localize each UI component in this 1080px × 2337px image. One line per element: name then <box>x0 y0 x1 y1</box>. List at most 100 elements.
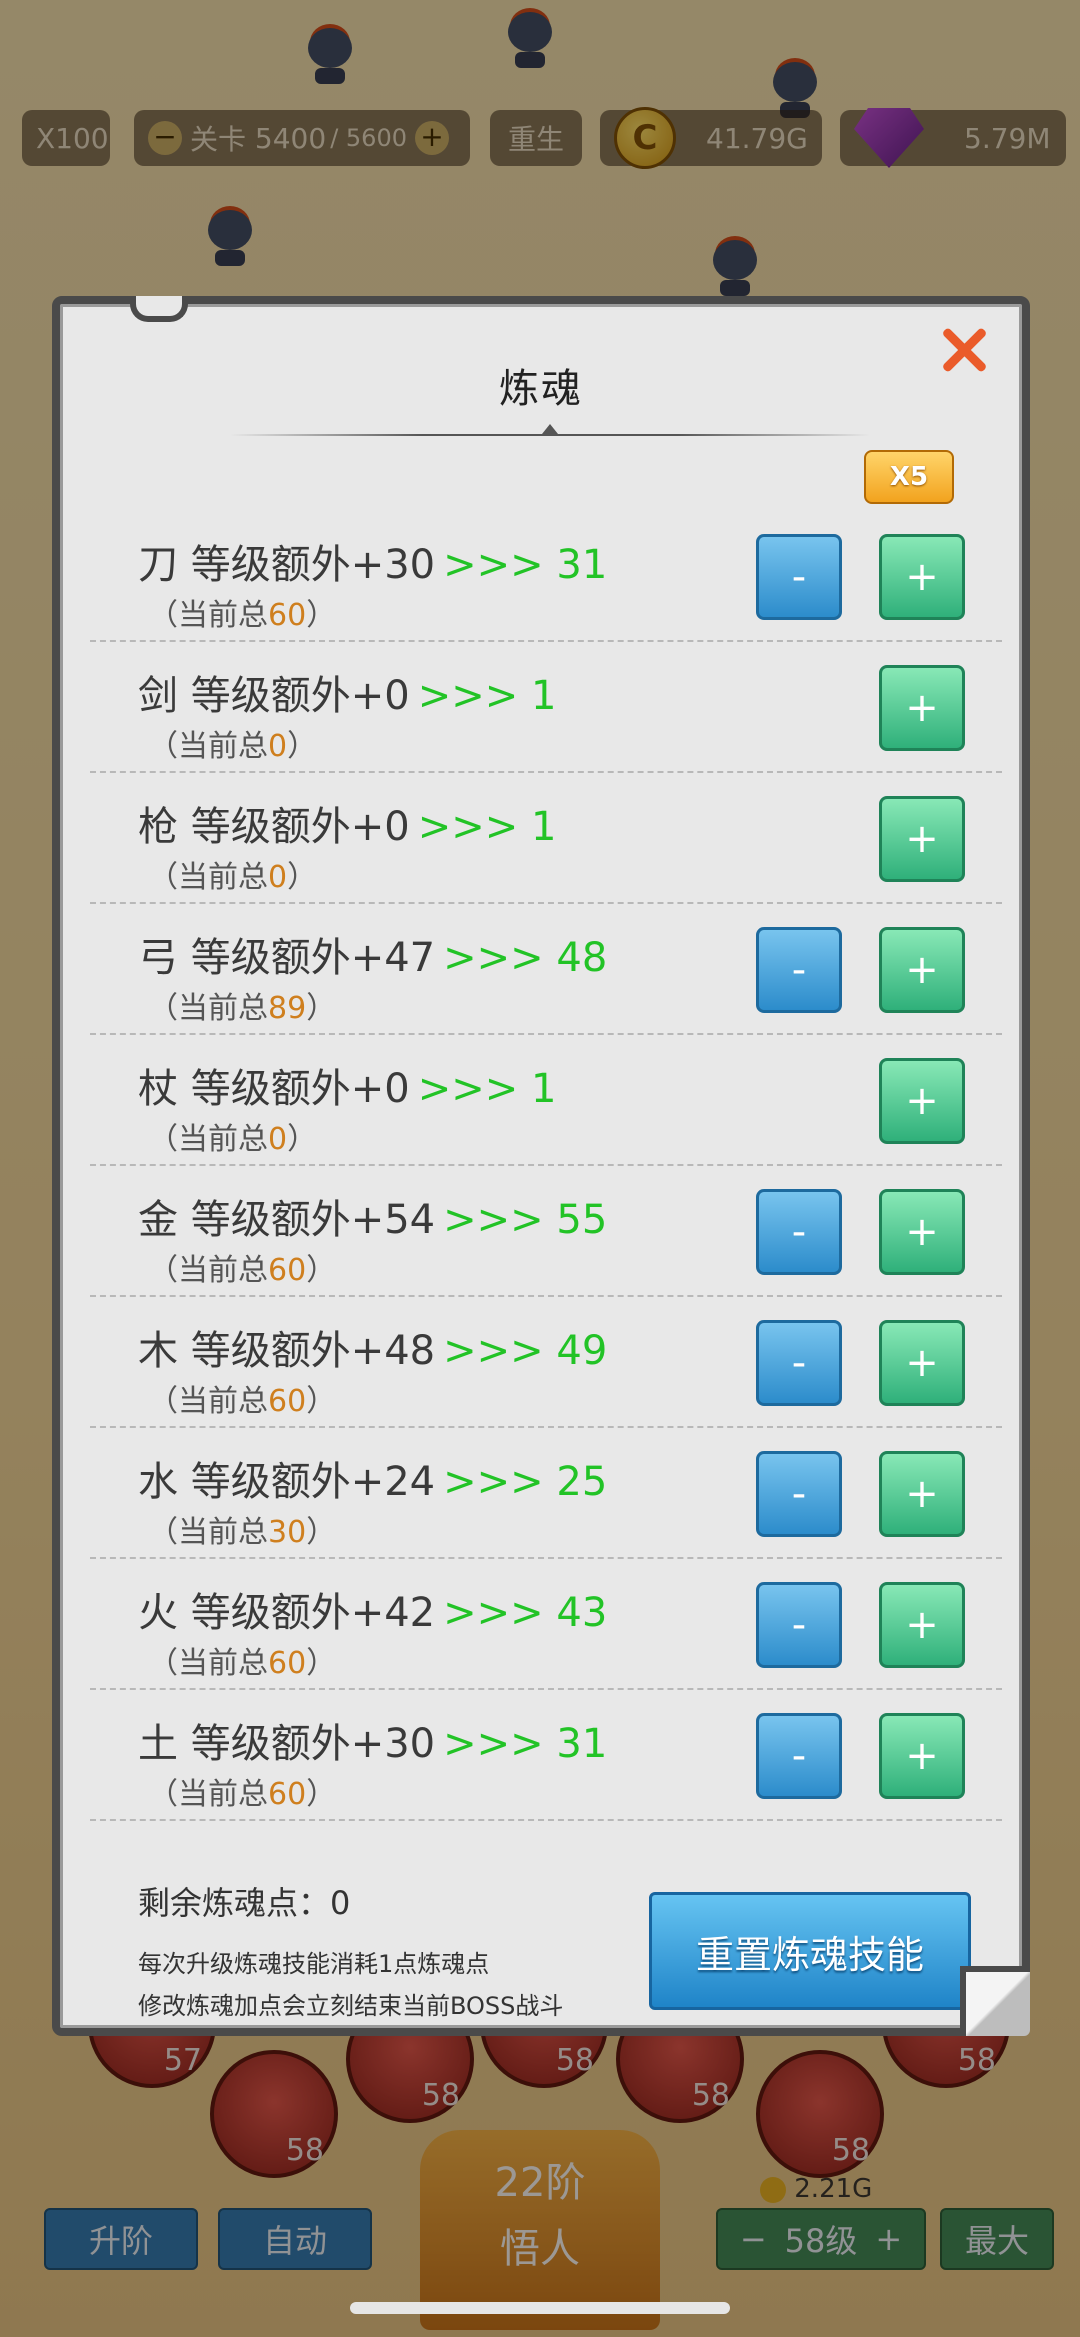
total-suffix: ） <box>287 729 318 764</box>
total-value: 60 <box>268 1777 307 1812</box>
skill-total: （当前总0） <box>148 721 317 765</box>
title-divider <box>230 434 870 436</box>
skill-total: （当前总60） <box>148 1769 336 1813</box>
total-suffix: ） <box>287 1122 318 1157</box>
skill-label: 金 等级额外+54 >>> 55 <box>138 1187 607 1245</box>
skill-next-value: >>> 1 <box>417 1066 557 1112</box>
increase-button[interactable]: + <box>879 534 965 620</box>
skill-label: 杖 等级额外+0 >>> 1 <box>138 1056 556 1114</box>
total-prefix: （当前总 <box>148 598 268 633</box>
skill-bonus: 水 等级额外+24 <box>138 1459 436 1505</box>
increase-button[interactable]: + <box>879 1189 965 1275</box>
skill-total: （当前总60） <box>148 1245 336 1289</box>
total-value: 30 <box>268 1515 307 1550</box>
skill-label: 火 等级额外+42 >>> 43 <box>138 1580 607 1638</box>
skill-total: （当前总0） <box>148 852 317 896</box>
total-value: 0 <box>268 860 288 895</box>
skill-next-value: >>> 1 <box>417 804 557 850</box>
skill-row: 杖 等级额外+0 >>> 1 （当前总0） + <box>90 1036 1002 1166</box>
increase-button[interactable]: + <box>879 1582 965 1668</box>
skill-label: 刀 等级额外+30 >>> 31 <box>138 532 607 590</box>
total-suffix: ） <box>306 991 337 1026</box>
note-cost: 每次升级炼魂技能消耗1点炼魂点 <box>138 1950 490 1978</box>
skill-row: 刀 等级额外+30 >>> 31 （当前总60） - + <box>90 512 1002 642</box>
total-value: 89 <box>268 991 307 1026</box>
total-suffix: ） <box>306 1515 337 1550</box>
total-value: 60 <box>268 1253 307 1288</box>
decrease-button[interactable]: - <box>756 1582 842 1668</box>
skill-total: （当前总89） <box>148 983 336 1027</box>
decrease-button[interactable]: - <box>756 534 842 620</box>
total-prefix: （当前总 <box>148 1384 268 1419</box>
total-prefix: （当前总 <box>148 1253 268 1288</box>
skill-next-value: >>> 48 <box>443 935 608 981</box>
total-suffix: ） <box>306 1777 337 1812</box>
total-value: 0 <box>268 729 288 764</box>
skill-bonus: 金 等级额外+54 <box>138 1197 436 1243</box>
skill-label: 枪 等级额外+0 >>> 1 <box>138 794 556 852</box>
skill-row: 剑 等级额外+0 >>> 1 （当前总0） + <box>90 643 1002 773</box>
title-divider-tip <box>542 424 558 434</box>
skill-next-value: >>> 31 <box>443 542 608 588</box>
close-icon[interactable] <box>936 322 992 378</box>
total-value: 60 <box>268 1646 307 1681</box>
skill-next-value: >>> 55 <box>443 1197 608 1243</box>
increase-button[interactable]: + <box>879 1058 965 1144</box>
total-suffix: ） <box>306 598 337 633</box>
note-boss: 修改炼魂加点会立刻结束当前BOSS战斗 <box>138 1992 564 2020</box>
skill-next-value: >>> 49 <box>443 1328 608 1374</box>
skill-bonus: 火 等级额外+42 <box>138 1590 436 1636</box>
skill-label: 水 等级额外+24 >>> 25 <box>138 1449 607 1507</box>
skill-row: 土 等级额外+30 >>> 31 （当前总60） - + <box>90 1691 1002 1821</box>
skill-bonus: 木 等级额外+48 <box>138 1328 436 1374</box>
total-prefix: （当前总 <box>148 1777 268 1812</box>
skill-row: 枪 等级额外+0 >>> 1 （当前总0） + <box>90 774 1002 904</box>
skill-total: （当前总60） <box>148 590 336 634</box>
increase-button[interactable]: + <box>879 796 965 882</box>
skill-list: 刀 等级额外+30 >>> 31 （当前总60） - + 剑 等级额外+0 >>> … <box>90 512 1002 1822</box>
increase-button[interactable]: + <box>879 665 965 751</box>
total-prefix: （当前总 <box>148 860 268 895</box>
increase-button[interactable]: + <box>879 1451 965 1537</box>
total-prefix: （当前总 <box>148 729 268 764</box>
increase-button[interactable]: + <box>879 1713 965 1799</box>
total-suffix: ） <box>287 860 318 895</box>
skill-next-value: >>> 1 <box>417 673 557 719</box>
total-suffix: ） <box>306 1253 337 1288</box>
skill-bonus: 刀 等级额外+30 <box>138 542 436 588</box>
total-suffix: ） <box>306 1646 337 1681</box>
decrease-button[interactable]: - <box>756 1451 842 1537</box>
total-value: 60 <box>268 598 307 633</box>
total-value: 60 <box>268 1384 307 1419</box>
multiplier-button[interactable]: X5 <box>864 450 954 504</box>
total-prefix: （当前总 <box>148 1515 268 1550</box>
skill-label: 木 等级额外+48 >>> 49 <box>138 1318 607 1376</box>
skill-bonus: 弓 等级额外+47 <box>138 935 436 981</box>
skill-total: （当前总60） <box>148 1376 336 1420</box>
decrease-button[interactable]: - <box>756 1189 842 1275</box>
dialog-notch <box>130 296 188 322</box>
skill-label: 弓 等级额外+47 >>> 48 <box>138 925 607 983</box>
decrease-button[interactable]: - <box>756 1320 842 1406</box>
remaining-points: 剩余炼魂点：0 <box>138 1884 351 1922</box>
skill-total: （当前总30） <box>148 1507 336 1551</box>
total-suffix: ） <box>306 1384 337 1419</box>
decrease-button[interactable]: - <box>756 927 842 1013</box>
reset-skills-button[interactable]: 重置炼魂技能 <box>649 1892 971 2010</box>
skill-row: 木 等级额外+48 >>> 49 （当前总60） - + <box>90 1298 1002 1428</box>
decrease-button[interactable]: - <box>756 1713 842 1799</box>
increase-button[interactable]: + <box>879 927 965 1013</box>
total-prefix: （当前总 <box>148 1122 268 1157</box>
total-prefix: （当前总 <box>148 991 268 1026</box>
dialog-title: 炼魂 <box>499 366 583 412</box>
total-value: 0 <box>268 1122 288 1157</box>
total-prefix: （当前总 <box>148 1646 268 1681</box>
skill-bonus: 剑 等级额外+0 <box>138 673 410 719</box>
soul-refine-dialog: 炼魂 X5 刀 等级额外+30 >>> 31 （当前总60） - + 剑 等级额外… <box>52 296 1030 2036</box>
increase-button[interactable]: + <box>879 1320 965 1406</box>
skill-next-value: >>> 31 <box>443 1721 608 1767</box>
skill-row: 弓 等级额外+47 >>> 48 （当前总89） - + <box>90 905 1002 1035</box>
skill-next-value: >>> 25 <box>443 1459 608 1505</box>
skill-label: 剑 等级额外+0 >>> 1 <box>138 663 556 721</box>
home-indicator[interactable] <box>350 2302 730 2314</box>
